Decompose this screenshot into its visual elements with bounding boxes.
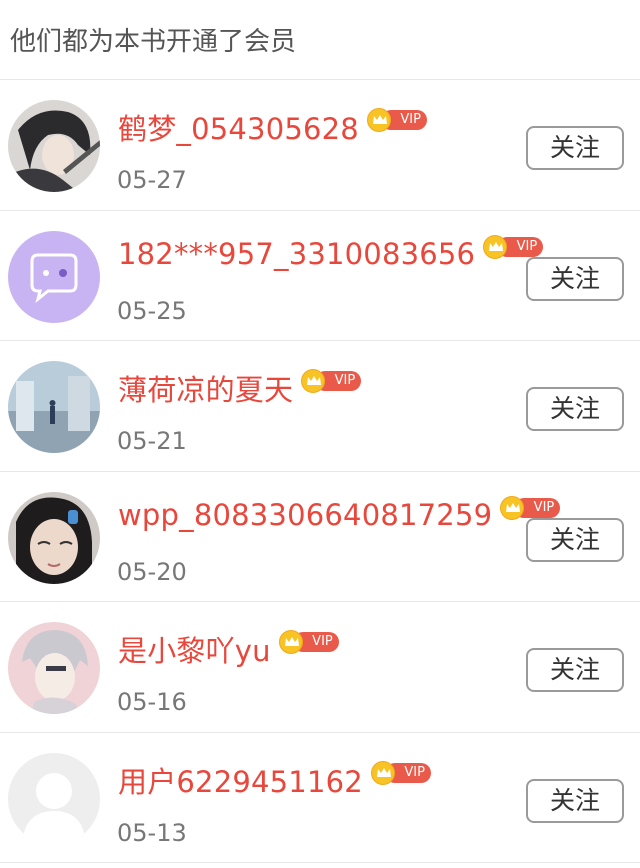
avatar[interactable] bbox=[8, 491, 100, 584]
user-name[interactable]: 鹤梦_054305628 bbox=[118, 106, 359, 148]
follow-button[interactable]: 关注 bbox=[526, 778, 624, 823]
follow-button[interactable]: 关注 bbox=[526, 256, 624, 301]
avatar[interactable] bbox=[8, 752, 100, 845]
crown-icon bbox=[483, 234, 508, 259]
follow-button[interactable]: 关注 bbox=[526, 126, 624, 170]
list-item[interactable]: 是小黎吖yu VIP 05-16 关注 bbox=[0, 602, 640, 733]
page-title: 他们都为本书开通了会员 bbox=[10, 27, 297, 57]
crown-icon bbox=[500, 495, 525, 520]
avatar[interactable] bbox=[8, 100, 100, 192]
user-name[interactable]: wpp_8083306640817259 bbox=[118, 498, 492, 532]
vip-badge: VIP bbox=[500, 495, 561, 520]
join-date: 05-13 bbox=[117, 818, 187, 847]
avatar[interactable] bbox=[8, 361, 100, 453]
follow-button[interactable]: 关注 bbox=[526, 387, 624, 431]
join-date: 05-21 bbox=[117, 427, 187, 455]
vip-badge: VIP bbox=[301, 369, 362, 393]
crown-icon bbox=[366, 108, 391, 132]
user-name[interactable]: 是小黎吖yu bbox=[118, 628, 271, 670]
join-date: 05-16 bbox=[117, 688, 187, 716]
avatar[interactable] bbox=[8, 230, 100, 323]
user-name[interactable]: 182***957_3310083656 bbox=[118, 237, 475, 271]
crown-icon bbox=[278, 630, 303, 654]
vip-badge: VIP bbox=[483, 234, 544, 259]
follow-button[interactable]: 关注 bbox=[526, 648, 624, 692]
join-date: 05-27 bbox=[117, 166, 187, 194]
list-item[interactable]: 用户6229451162 VIP 05-13 关注 bbox=[0, 733, 640, 863]
follow-button[interactable]: 关注 bbox=[526, 517, 624, 562]
vip-badge: VIP bbox=[278, 630, 339, 654]
user-name[interactable]: 薄荷凉的夏天 bbox=[118, 367, 293, 409]
member-list: 鹤梦_054305628 VIP 05-27 关注 182***957_3310… bbox=[0, 80, 640, 863]
list-item[interactable]: 鹤梦_054305628 VIP 05-27 关注 bbox=[0, 80, 640, 211]
crown-icon bbox=[370, 760, 395, 785]
avatar[interactable] bbox=[8, 622, 100, 714]
list-item[interactable]: 182***957_3310083656 VIP 05-25 关注 bbox=[0, 211, 640, 341]
vip-badge: VIP bbox=[370, 760, 431, 785]
page-header: 他们都为本书开通了会员 bbox=[0, 0, 640, 80]
list-item[interactable]: wpp_8083306640817259 VIP 05-20 关注 bbox=[0, 472, 640, 602]
list-item[interactable]: 薄荷凉的夏天 VIP 05-21 关注 bbox=[0, 341, 640, 472]
join-date: 05-20 bbox=[117, 557, 187, 586]
vip-badge: VIP bbox=[366, 108, 427, 132]
join-date: 05-25 bbox=[117, 296, 187, 325]
user-name[interactable]: 用户6229451162 bbox=[118, 759, 363, 801]
